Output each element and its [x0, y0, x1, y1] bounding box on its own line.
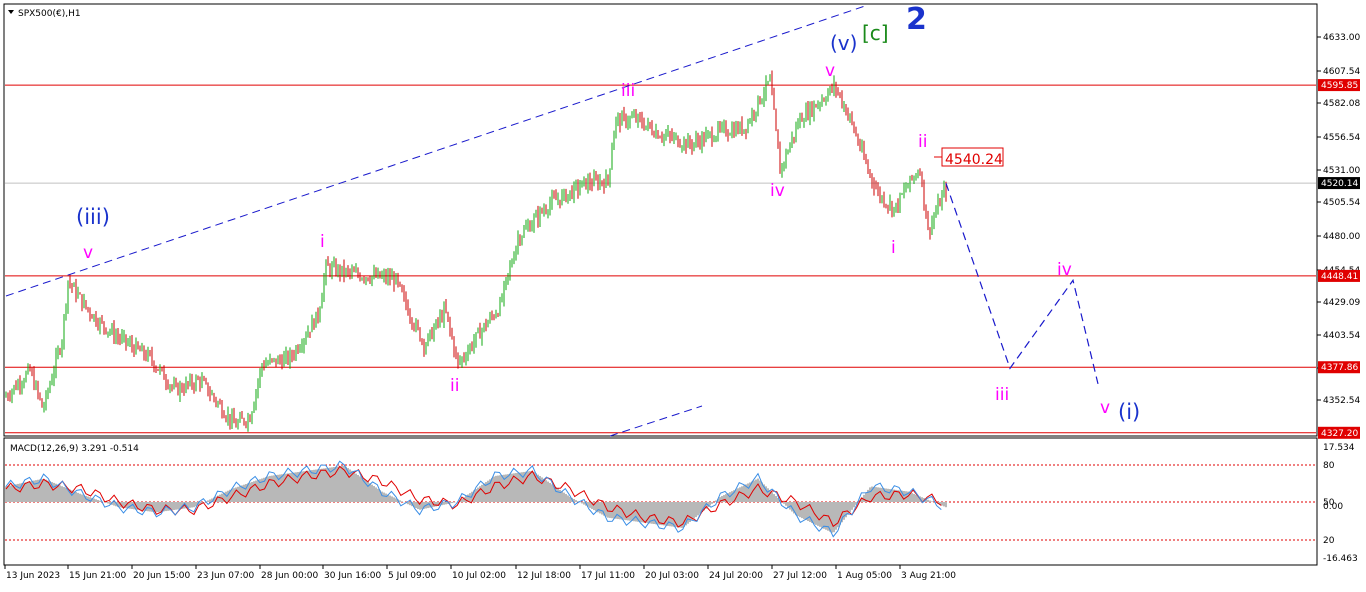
x-tick-label: 28 Jun 00:00	[261, 571, 318, 581]
x-tick-label: 1 Aug 05:00	[837, 571, 892, 581]
current-price-label: 4520.14	[1321, 179, 1358, 189]
x-tick-label: 24 Jul 20:00	[709, 571, 763, 581]
x-tick-label: 17 Jul 11:00	[581, 571, 635, 581]
symbol-label: SPX500(€),H1	[18, 9, 81, 19]
wave-label: [c]	[862, 21, 889, 45]
x-tick-label: 15 Jun 21:00	[69, 571, 126, 581]
price-panel-frame	[3, 3, 1318, 437]
wave-label: 2	[906, 2, 927, 37]
wave-label: i	[320, 232, 325, 252]
wave-label: v	[83, 243, 93, 263]
level-price-label: 4595.85	[1321, 81, 1358, 91]
y-tick-label: 4607.54	[1323, 67, 1360, 77]
level-price-label: 4327.20	[1321, 429, 1358, 439]
x-tick-label: 12 Jul 18:00	[517, 571, 571, 581]
wave-label: v	[825, 61, 835, 81]
macd-tick-label: -16.463	[1323, 554, 1358, 564]
y-tick-label: 4531.00	[1323, 166, 1360, 176]
y-tick-label: 4429.09	[1323, 298, 1360, 308]
wave-label: 4540.24	[945, 152, 1003, 168]
symbol-header: SPX500(€),H1	[8, 9, 81, 19]
y-tick-label: 4352.54	[1323, 396, 1360, 406]
wave-label: v	[1100, 398, 1110, 418]
macd-tick-label: 80	[1323, 461, 1335, 471]
x-tick-label: 20 Jun 15:00	[133, 571, 190, 581]
wave-label: iv	[770, 181, 785, 201]
wave-label: iii	[621, 81, 635, 101]
chart-window: SPX500(€),H1 MACD(12,26,9) 3.291 -0.514 …	[0, 0, 1366, 588]
macd-tick-label: 17.534	[1323, 443, 1355, 453]
y-tick-label: 4633.00	[1323, 33, 1360, 43]
macd-label: MACD(12,26,9) 3.291 -0.514	[10, 444, 139, 454]
x-tick-label: 30 Jun 16:00	[324, 571, 381, 581]
y-tick-label: 4480.00	[1323, 232, 1360, 242]
x-tick-label: 27 Jul 12:00	[773, 571, 827, 581]
wave-label: (iii)	[76, 205, 110, 229]
wave-label: (i)	[1118, 400, 1140, 424]
x-tick-label: 20 Jul 03:00	[645, 571, 699, 581]
wave-label: ii	[450, 376, 459, 396]
macd-tick-label: 20	[1323, 536, 1335, 546]
x-tick-label: 10 Jul 02:00	[452, 571, 506, 581]
y-tick-label: 4403.54	[1323, 331, 1360, 341]
macd-panel-frame	[3, 437, 1318, 566]
level-price-label: 4448.41	[1321, 272, 1358, 282]
wave-label: ii	[918, 132, 927, 152]
macd-tick-label: 0.00	[1323, 502, 1343, 512]
x-tick-label: 23 Jun 07:00	[197, 571, 254, 581]
y-tick-label: 4505.54	[1323, 198, 1360, 208]
level-price-label: 4377.86	[1321, 363, 1358, 373]
wave-label: i	[891, 238, 896, 258]
x-axis: 13 Jun 2023 15 Jun 21:00 20 Jun 15:00 23 Ju…	[4, 565, 956, 581]
chart-canvas[interactable]: SPX500(€),H1 MACD(12,26,9) 3.291 -0.514 …	[0, 0, 1366, 588]
x-tick-label: 13 Jun 2023	[6, 571, 60, 581]
x-tick-label: 3 Aug 21:00	[901, 571, 956, 581]
wave-label: iv	[1057, 260, 1072, 280]
x-tick-label: 5 Jul 09:00	[388, 571, 437, 581]
y-tick-label: 4556.54	[1323, 133, 1360, 143]
y-tick-label: 4582.08	[1323, 99, 1360, 109]
wave-label: (v)	[830, 31, 857, 55]
wave-label: iii	[995, 385, 1009, 405]
